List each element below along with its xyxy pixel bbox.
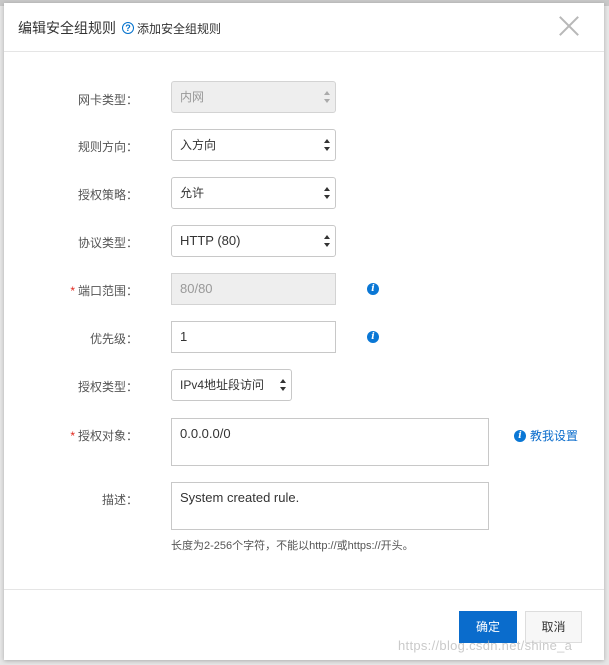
teach-me-link[interactable]: i 教我设置 [514,427,578,444]
port-range-label-wrap: * 端口范围： [70,282,138,299]
add-rule-help-label: 添加安全组规则 [137,21,222,36]
port-range-input[interactable]: 80/80 [171,273,336,305]
protocol-value: HTTP (80) [180,233,241,248]
select-arrows-icon [324,235,330,247]
protocol-select[interactable]: HTTP (80) [171,225,336,257]
info-icon[interactable]: i [367,331,379,343]
dialog-footer: 确定 取消 [4,589,604,660]
description-value: System created rule. [180,490,300,505]
required-marker: * [70,429,75,443]
priority-label: 优先级： [89,332,138,346]
info-icon[interactable]: i [367,283,379,295]
description-textarea[interactable]: System created rule. [171,482,489,530]
auth-type-select[interactable]: IPv4地址段访问 [171,369,292,401]
priority-value: 1 [180,329,188,344]
description-hint: 长度为2-256个字符，不能以http://或https://开头。 [171,540,414,552]
teach-me-label: 教我设置 [530,429,579,443]
dialog-header: 编辑安全组规则 ? 添加安全组规则 [4,3,604,52]
info-icon: i [514,429,526,442]
close-icon[interactable] [558,15,580,37]
auth-type-value: IPv4地址段访问 [180,378,265,392]
auth-object-label: 授权对象： [77,429,138,443]
port-range-value: 80/80 [180,281,213,296]
direction-select[interactable]: 入方向 [171,129,336,161]
nic-type-label: 网卡类型： [77,93,138,107]
policy-value: 允许 [180,186,205,200]
required-marker: * [70,284,75,298]
auth-object-label-wrap: * 授权对象： [70,427,138,444]
direction-label: 规则方向： [77,140,138,154]
priority-input[interactable]: 1 [171,321,336,353]
cancel-button[interactable]: 取消 [525,611,582,643]
dialog-title: 编辑安全组规则 [18,20,116,36]
protocol-label: 协议类型： [77,236,138,250]
nic-type-select[interactable]: 内网 [171,81,336,113]
edit-security-group-rule-dialog: 编辑安全组规则 ? 添加安全组规则 网卡类型： 内网 规则方向： 入方向 授权策… [4,3,604,660]
add-rule-help-link[interactable]: ? 添加安全组规则 [122,20,221,37]
question-circle-icon: ? [122,22,134,34]
select-arrows-icon [324,187,330,199]
direction-value: 入方向 [180,138,217,152]
port-range-label: 端口范围： [77,284,138,298]
description-label: 描述： [101,493,138,507]
auth-object-value: 0.0.0.0/0 [180,426,231,441]
auth-object-textarea[interactable]: 0.0.0.0/0 [171,418,489,466]
select-arrows-icon [324,91,330,103]
dialog-title-area: 编辑安全组规则 ? 添加安全组规则 [18,18,221,38]
select-arrows-icon [324,139,330,151]
policy-label: 授权策略： [77,188,138,202]
nic-type-value: 内网 [180,90,205,104]
policy-select[interactable]: 允许 [171,177,336,209]
confirm-button[interactable]: 确定 [459,611,517,643]
auth-type-label: 授权类型： [77,380,138,394]
select-arrows-icon [280,379,286,391]
